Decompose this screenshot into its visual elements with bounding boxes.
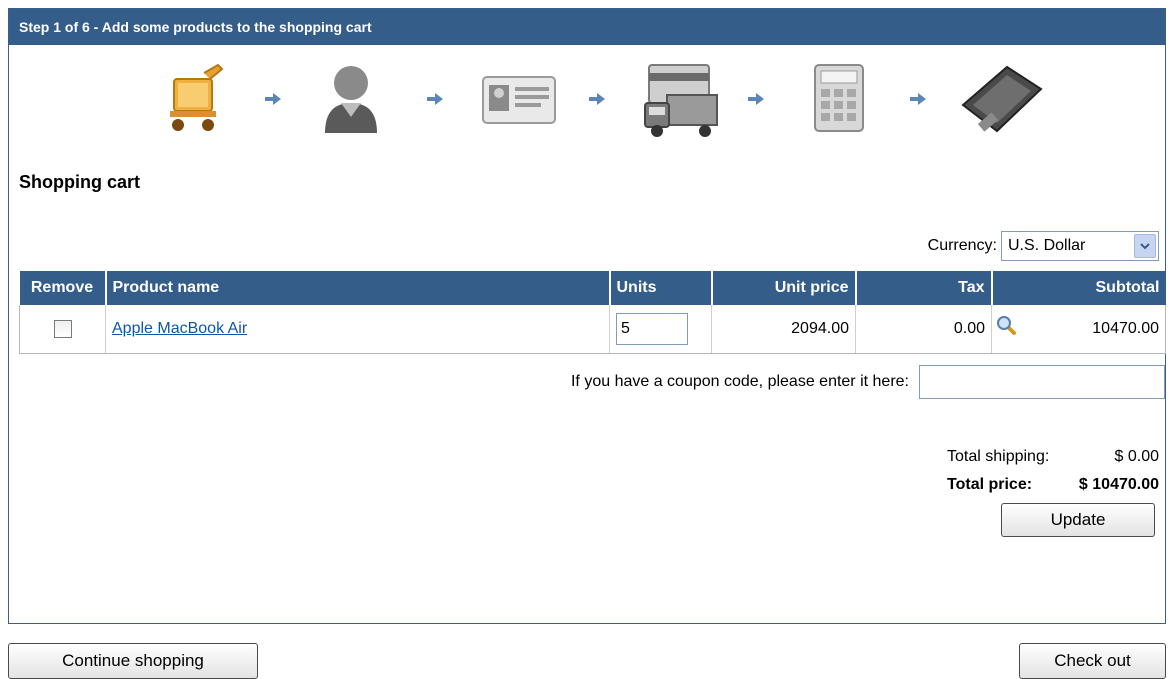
col-tax: Tax [855,271,993,305]
remove-checkbox[interactable] [53,319,72,338]
total-price-label: Total price: [947,476,1033,493]
units-cell [609,305,712,354]
checkout-steps [9,51,1165,151]
arrow-right-icon [748,93,764,105]
currency-value: U.S. Dollar [1008,237,1086,254]
cart-icon [170,63,224,131]
arrow-right-icon [427,93,443,105]
page-title: Shopping cart [19,172,140,192]
magnifier-icon[interactable] [996,315,1016,335]
payment-icon [961,65,1043,133]
units-input[interactable] [616,312,688,345]
totals: Total shipping: $ 0.00 Total price: $ 10… [947,443,1159,499]
product-link[interactable]: Apple MacBook Air [112,320,247,337]
arrow-right-icon [589,93,605,105]
col-units: Units [609,271,713,305]
calculator-icon [814,64,864,132]
coupon-label: If you have a coupon code, please enter … [570,373,909,390]
col-unit-price: Unit price [711,271,857,305]
total-price-line: Total price: $ 10470.00 [947,471,1159,499]
checkout-panel: Step 1 of 6 - Add some products to the s… [8,8,1166,624]
shipping-truck-icon [644,64,718,137]
step-title: Step 1 of 6 - Add some products to the s… [9,9,1165,45]
currency-selector: Currency: U.S. Dollar [928,231,1159,261]
chevron-down-icon[interactable] [1134,234,1156,258]
total-shipping-value: $ 0.00 [1114,448,1159,465]
subtotal: 10470.00 [1092,319,1159,337]
remove-cell [19,305,106,354]
customer-icon [325,66,377,133]
total-price-value: $ 10470.00 [1078,476,1159,493]
update-button[interactable]: Update [1001,503,1155,537]
coupon-input[interactable] [919,365,1165,399]
id-card-icon [482,76,556,124]
total-shipping-label: Total shipping: [947,448,1050,465]
shipping-line: Total shipping: $ 0.00 [947,443,1159,471]
unit-price: 2094.00 [711,305,856,354]
arrow-right-icon [265,93,281,105]
currency-label: Currency: [927,237,997,254]
table-row: Apple MacBook Air 2094.00 0.00 10470.00 [19,305,1166,354]
currency-select[interactable]: U.S. Dollar [1001,231,1159,261]
col-product-name: Product name [105,271,611,305]
col-remove: Remove [19,271,107,305]
tax: 0.00 [855,305,992,354]
table-header: Remove Product name Units Unit price Tax… [19,271,1166,305]
product-cell: Apple MacBook Air [105,305,610,354]
subtotal-cell: 10470.00 [991,305,1166,354]
cart-table: Remove Product name Units Unit price Tax… [19,271,1166,354]
col-subtotal: Subtotal [991,271,1166,305]
arrow-right-icon [910,93,926,105]
coupon-row: If you have a coupon code, please enter … [571,365,1165,399]
